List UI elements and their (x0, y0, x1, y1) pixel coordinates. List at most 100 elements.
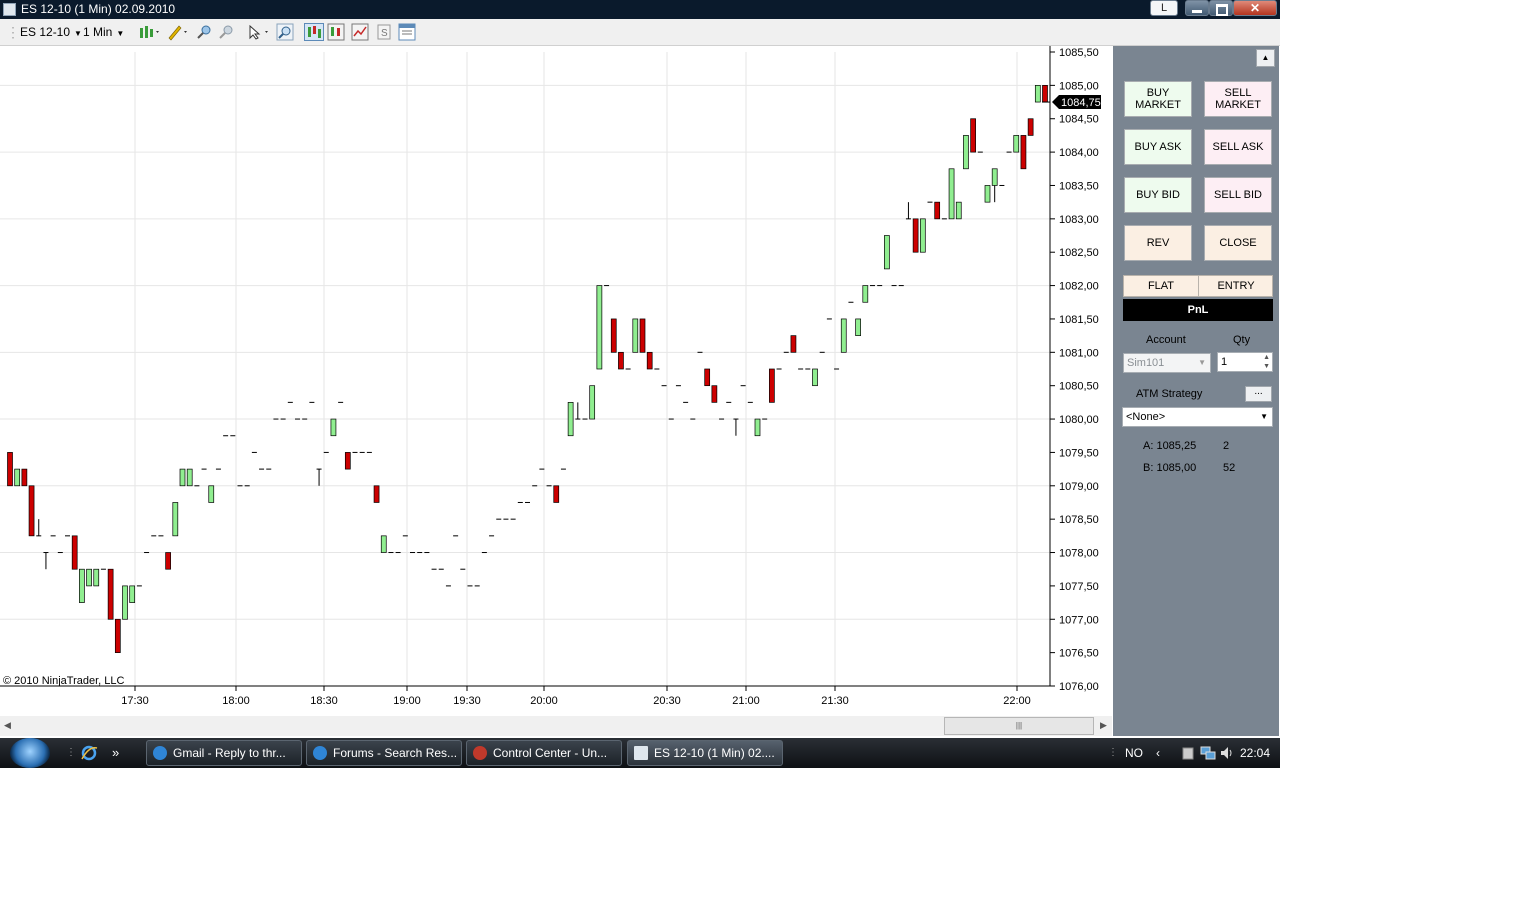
candle (754, 418, 761, 437)
data-box-icon[interactable] (327, 23, 345, 41)
network-icon[interactable] (1200, 745, 1216, 761)
copyright-label: © 2010 NinjaTrader, LLC (3, 675, 124, 687)
volume-icon[interactable] (1219, 745, 1235, 761)
sell-bid-button[interactable]: SELL BID (1204, 177, 1272, 213)
candle-body (129, 585, 136, 603)
y-tick-label: 1079,50 (1059, 447, 1099, 459)
instrument-selector[interactable]: ES 12-10 ▼ (20, 23, 82, 41)
clock[interactable]: 22:04 (1240, 738, 1270, 768)
candle (1027, 118, 1034, 136)
close-position-button[interactable]: CLOSE (1204, 225, 1272, 261)
zoom-in-icon[interactable] (196, 23, 214, 41)
sell-market-button[interactable]: SELL MARKET (1204, 81, 1272, 117)
buy-market-button[interactable]: BUY MARKET (1124, 81, 1192, 117)
atm-strategy-select[interactable]: <None> ▼ (1122, 407, 1273, 427)
chart-trader-icon[interactable] (304, 23, 324, 41)
candle-body (316, 468, 322, 470)
price-chart[interactable]: 1085,50 1085,00 1084,50 1084,00 1083,50 1083,… (0, 46, 1112, 716)
candle-body (151, 535, 157, 537)
candle-body (1034, 85, 1041, 103)
candle-body (912, 218, 919, 253)
candle (79, 568, 85, 603)
quick-launch-more-icon[interactable]: » (112, 738, 119, 768)
candle-body (380, 535, 387, 553)
candle (546, 485, 552, 487)
language-indicator[interactable]: NO (1125, 738, 1143, 768)
minimize-button[interactable] (1185, 0, 1209, 16)
candle-body (560, 468, 566, 470)
close-button[interactable]: ✕ (1233, 0, 1277, 16)
task-forums[interactable]: Forums - Search Res... (306, 740, 462, 766)
candle-body (7, 452, 13, 487)
candle (819, 351, 825, 353)
scroll-thumb[interactable]: ||| (944, 717, 1094, 735)
sell-ask-button[interactable]: SELL ASK (1204, 129, 1272, 165)
candle (186, 468, 193, 487)
reverse-button[interactable]: REV (1124, 225, 1192, 261)
tray-expand-icon[interactable]: ‹ (1156, 738, 1160, 768)
candle-body (625, 368, 631, 370)
candle (826, 318, 832, 320)
task-control-center[interactable]: Control Center - Un... (466, 740, 622, 766)
period-selector[interactable]: 1 Min ▼ (83, 23, 124, 41)
internet-explorer-icon[interactable] (80, 744, 98, 762)
candle (567, 402, 574, 437)
candle-body (589, 385, 596, 420)
indicators-icon[interactable] (351, 23, 369, 41)
candle-body (114, 618, 121, 653)
candle (977, 151, 983, 153)
y-tick-label: 1082,00 (1059, 281, 1099, 293)
candle (280, 418, 286, 420)
candle (1034, 85, 1041, 103)
bars-icon[interactable] (138, 23, 162, 41)
y-tick-label: 1082,50 (1059, 247, 1099, 259)
candle (129, 585, 136, 603)
scroll-right-icon[interactable]: ▶ (1100, 720, 1107, 731)
pointer-icon[interactable] (246, 23, 272, 41)
candle-body (287, 401, 293, 403)
candle (855, 318, 861, 336)
candle-body (891, 285, 897, 287)
strategies-icon[interactable]: S (375, 23, 393, 41)
candle (338, 401, 344, 403)
quantity-stepper[interactable]: 1 ▲ ▼ (1217, 352, 1273, 372)
candle-body (596, 285, 603, 370)
candle-body (639, 318, 646, 353)
atm-settings-button[interactable]: ... (1245, 386, 1272, 402)
candle-body (567, 402, 574, 437)
maximize-button[interactable] (1209, 0, 1233, 16)
candle-body (582, 418, 588, 420)
pencil-icon[interactable] (166, 23, 190, 41)
search-icon[interactable] (276, 23, 294, 41)
chevron-down-icon: ▼ (1260, 412, 1268, 421)
task-chart[interactable]: ES 12-10 (1 Min) 02.... (627, 740, 783, 766)
candle (776, 368, 782, 370)
chevron-down-icon: ▼ (116, 29, 125, 38)
zoom-out-icon[interactable] (218, 23, 236, 41)
account-select[interactable]: Sim101 ▼ (1123, 353, 1211, 373)
device-icon[interactable] (1181, 745, 1195, 761)
y-tick-label: 1083,00 (1059, 214, 1099, 226)
candle-body (352, 451, 358, 453)
candle-body (884, 235, 890, 270)
buy-ask-button[interactable]: BUY ASK (1124, 129, 1192, 165)
stepper-down-icon[interactable]: ▼ (1263, 358, 1270, 376)
candle (151, 535, 157, 537)
candle (783, 351, 789, 353)
candle (733, 418, 739, 436)
candle-body (683, 401, 689, 403)
buy-bid-button[interactable]: BUY BID (1124, 177, 1192, 213)
candle (690, 418, 696, 420)
start-button[interactable] (10, 738, 50, 768)
language-button[interactable]: L (1150, 0, 1178, 16)
task-gmail[interactable]: Gmail - Reply to thr... (146, 740, 302, 766)
candle-body (467, 585, 473, 587)
scroll-left-icon[interactable]: ◀ (4, 720, 11, 731)
scroll-up-icon[interactable]: ▲ (1256, 49, 1275, 67)
chart-scrollbar[interactable]: ◀ ||| ▶ (0, 716, 1112, 736)
candle (582, 418, 588, 420)
candle-body (410, 552, 415, 554)
properties-icon[interactable] (398, 23, 416, 41)
candle (43, 552, 49, 570)
candle (596, 285, 603, 370)
